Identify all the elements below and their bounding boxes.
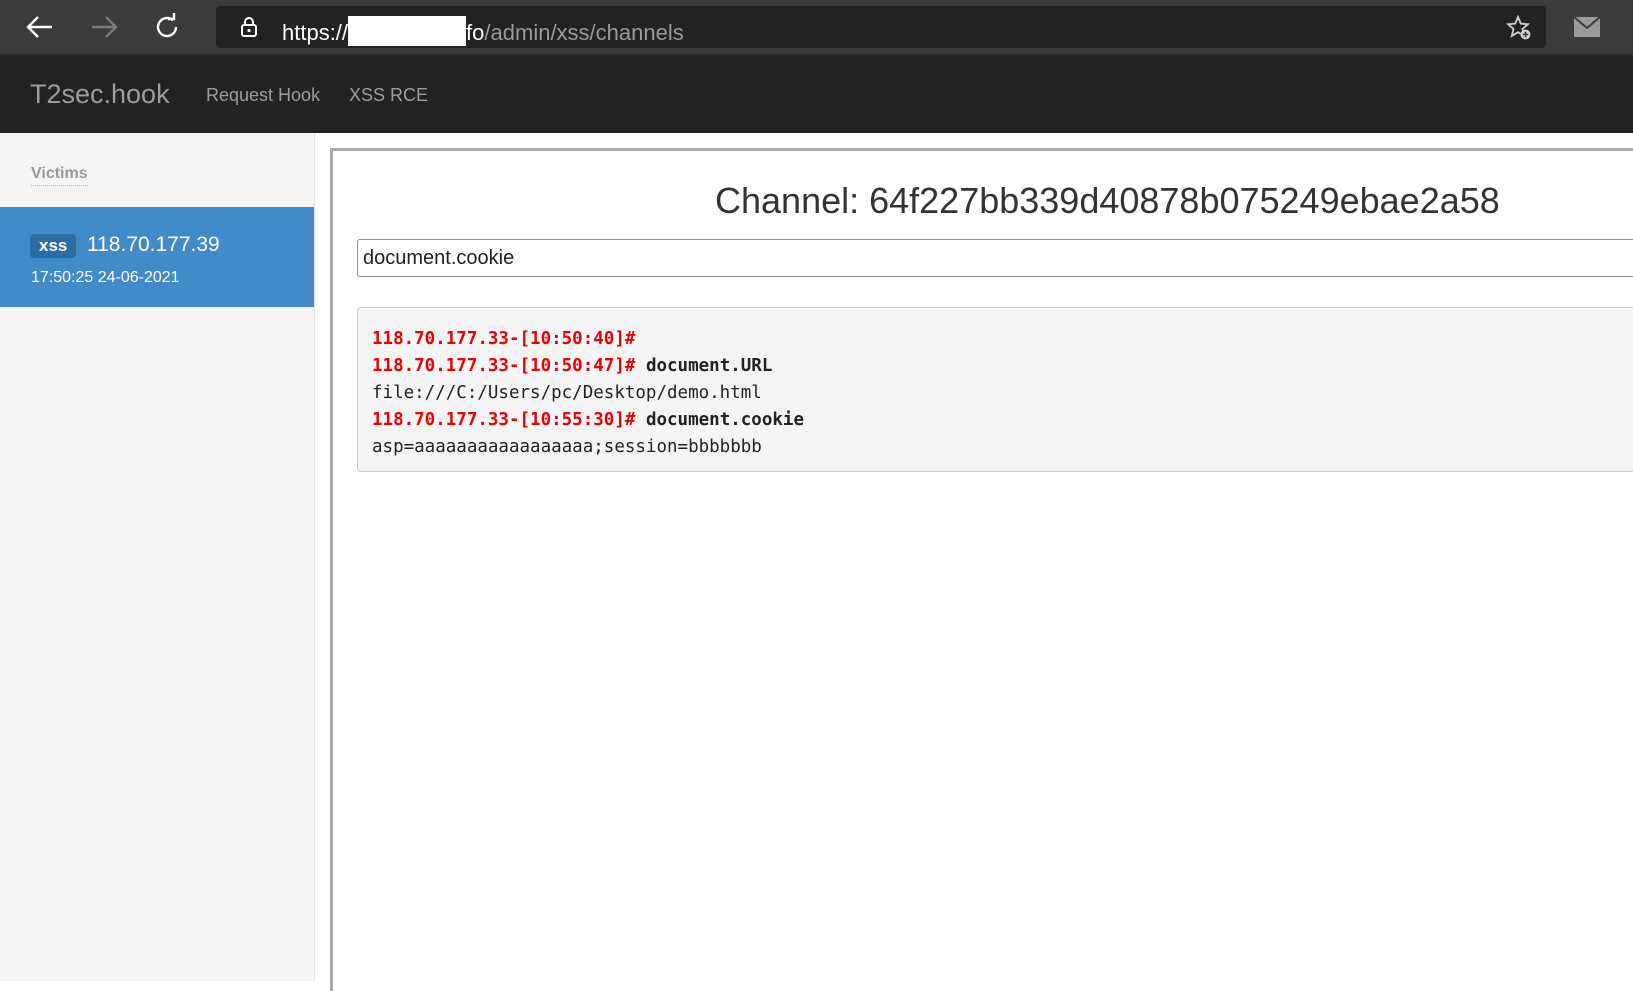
forward-arrow-icon[interactable] xyxy=(88,12,120,42)
victim-ip: 118.70.177.39 xyxy=(87,233,220,256)
channel-panel: Channel: 64f227bb339d40878b075249ebae2a5… xyxy=(330,148,1633,991)
console-command: document.cookie xyxy=(635,410,804,430)
browser-toolbar: https:// fo/admin/xss/channels xyxy=(0,0,1633,56)
console-line: 118.70.177.33-[10:50:40]# xyxy=(372,326,1632,353)
victim-timestamp: 17:50:25 24-06-2021 xyxy=(31,269,180,286)
console-result: file:///C:/Users/pc/Desktop/demo.html xyxy=(372,383,762,403)
console-prompt: 118.70.177.33-[10:55:30]# xyxy=(372,410,636,430)
url-path: /admin/xss/channels xyxy=(484,20,684,45)
nav-link-request-hook[interactable]: Request Hook xyxy=(206,85,320,105)
mail-icon[interactable] xyxy=(1573,16,1601,38)
redacted-host xyxy=(348,16,467,46)
brand-link[interactable]: T2sec.hook xyxy=(30,79,170,109)
url-scheme: https:// xyxy=(282,20,349,45)
lock-icon xyxy=(238,16,260,38)
console-command: document.URL xyxy=(635,356,773,376)
url-host-suffix: fo xyxy=(466,20,485,45)
console-prompt: 118.70.177.33-[10:50:40]# xyxy=(372,329,636,349)
url-text: https:// fo/admin/xss/channels xyxy=(282,16,684,46)
address-bar[interactable]: https:// fo/admin/xss/channels xyxy=(216,6,1546,48)
victim-item[interactable]: xss 118.70.177.39 17:50:25 24-06-2021 xyxy=(0,207,314,307)
console-line: 118.70.177.33-[10:55:30]# document.cooki… xyxy=(372,407,1632,434)
console-output: 118.70.177.33-[10:50:40]# 118.70.177.33-… xyxy=(357,307,1633,472)
console-prompt: 118.70.177.33-[10:50:47]# xyxy=(372,356,636,376)
favorite-add-icon[interactable] xyxy=(1505,14,1532,41)
console-line: 118.70.177.33-[10:50:47]# document.URL xyxy=(372,353,1632,380)
reload-icon[interactable] xyxy=(151,12,183,42)
sidebar-heading: Victims xyxy=(31,165,88,186)
nav-link-xss-rce[interactable]: XSS RCE xyxy=(349,85,428,105)
victim-type-badge: xss xyxy=(30,234,77,258)
channel-title: Channel: 64f227bb339d40878b075249ebae2a5… xyxy=(715,180,1500,221)
app-navbar: T2sec.hook Request Hook XSS RCE xyxy=(0,56,1633,133)
sidebar: Victims xss 118.70.177.39 17:50:25 24-06… xyxy=(0,133,315,981)
back-arrow-icon[interactable] xyxy=(24,12,56,42)
command-input[interactable] xyxy=(357,239,1633,277)
console-result: asp=aaaaaaaaaaaaaaaaa;session=bbbbbbb xyxy=(372,437,762,457)
